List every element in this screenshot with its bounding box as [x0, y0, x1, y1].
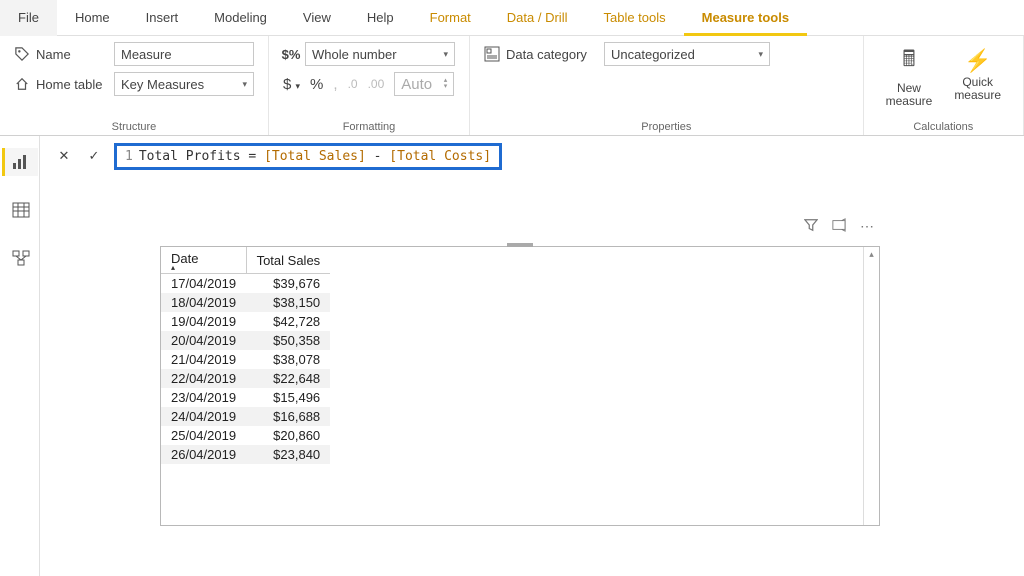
ribbon-group-structure: Name Measure Home table Key Measures▾ St… [0, 36, 269, 135]
cell-date: 25/04/2019 [161, 426, 246, 445]
tab-home[interactable]: Home [57, 0, 128, 36]
ribbon-group-properties: Data category Uncategorized▾ Properties [470, 36, 864, 135]
tab-view[interactable]: View [285, 0, 349, 36]
report-view-button[interactable] [2, 148, 38, 176]
data-table: Date▴ Total Sales 17/04/2019$39,67618/04… [161, 247, 330, 464]
cell-date: 21/04/2019 [161, 350, 246, 369]
data-view-button[interactable] [2, 196, 38, 224]
sort-asc-icon: ▴ [171, 266, 236, 271]
cell-total-sales: $42,728 [246, 312, 330, 331]
ribbon: Name Measure Home table Key Measures▾ St… [0, 36, 1024, 136]
tab-help[interactable]: Help [349, 0, 412, 36]
format-icon: $% [283, 46, 299, 62]
decimal-increase-button[interactable]: .00 [368, 77, 385, 91]
data-category-dropdown[interactable]: Uncategorized▾ [604, 42, 770, 66]
chevron-down-icon: ▾ [758, 49, 763, 60]
cell-date: 23/04/2019 [161, 388, 246, 407]
cell-total-sales: $20,860 [246, 426, 330, 445]
tab-modeling[interactable]: Modeling [196, 0, 285, 36]
table-row[interactable]: 21/04/2019$38,078 [161, 350, 330, 369]
tab-data-drill[interactable]: Data / Drill [489, 0, 586, 36]
cell-total-sales: $22,648 [246, 369, 330, 388]
table-row[interactable]: 23/04/2019$15,496 [161, 388, 330, 407]
new-measure-button[interactable]: 🖩 New measure [878, 42, 941, 108]
table-visual[interactable]: ⋯ ▴ Date▴ Total Sales 17/04/2019$39,6761… [160, 246, 880, 526]
comma-button[interactable]: , [333, 76, 337, 93]
group-label-formatting: Formatting [283, 121, 455, 133]
quick-measure-button[interactable]: ⚡ Quick measure [946, 42, 1009, 108]
table-row[interactable]: 24/04/2019$16,688 [161, 407, 330, 426]
cell-date: 17/04/2019 [161, 273, 246, 293]
report-canvas[interactable]: ✕ ✓ 1 Total Profits = [Total Sales] - [T… [40, 136, 1024, 576]
group-label-structure: Structure [14, 121, 254, 133]
table-row[interactable]: 22/04/2019$22,648 [161, 369, 330, 388]
tab-table-tools[interactable]: Table tools [585, 0, 683, 36]
commit-formula-button[interactable]: ✓ [84, 146, 104, 166]
name-label: Name [36, 47, 108, 62]
tab-format[interactable]: Format [412, 0, 489, 36]
formula-text: Total Profits = [Total Sales] - [Total C… [139, 149, 491, 164]
cell-total-sales: $38,150 [246, 293, 330, 312]
decimal-decrease-button[interactable]: .0 [348, 77, 358, 91]
cell-total-sales: $15,496 [246, 388, 330, 407]
cell-date: 22/04/2019 [161, 369, 246, 388]
tab-insert[interactable]: Insert [128, 0, 197, 36]
cell-date: 24/04/2019 [161, 407, 246, 426]
home-icon [14, 76, 30, 92]
line-number: 1 [125, 149, 133, 164]
group-label-calculations: Calculations [878, 121, 1009, 133]
resize-handle-top[interactable] [507, 243, 533, 247]
table-row[interactable]: 18/04/2019$38,150 [161, 293, 330, 312]
cell-date: 20/04/2019 [161, 331, 246, 350]
home-table-dropdown[interactable]: Key Measures▾ [114, 72, 254, 96]
column-header-date[interactable]: Date▴ [161, 247, 246, 273]
table-row[interactable]: 20/04/2019$50,358 [161, 331, 330, 350]
cell-total-sales: $16,688 [246, 407, 330, 426]
cell-total-sales: $39,676 [246, 273, 330, 293]
cell-date: 18/04/2019 [161, 293, 246, 312]
category-icon [484, 46, 500, 62]
tab-strip: File Home Insert Modeling View Help Form… [0, 0, 1024, 36]
cell-total-sales: $50,358 [246, 331, 330, 350]
group-label-properties: Properties [484, 121, 849, 133]
tab-file[interactable]: File [0, 0, 57, 36]
column-header-total-sales[interactable]: Total Sales [246, 247, 330, 273]
formula-input[interactable]: 1 Total Profits = [Total Sales] - [Total… [114, 143, 502, 170]
data-category-label: Data category [506, 47, 598, 62]
cell-date: 26/04/2019 [161, 445, 246, 464]
chevron-down-icon: ▾ [242, 79, 247, 90]
format-dropdown[interactable]: Whole number▾ [305, 42, 455, 66]
more-options-icon[interactable]: ⋯ [860, 218, 874, 235]
calculator-icon: 🖩 [902, 42, 915, 80]
cell-total-sales: $38,078 [246, 350, 330, 369]
cell-date: 19/04/2019 [161, 312, 246, 331]
lightning-icon: ⚡ [964, 48, 991, 74]
decimal-places-stepper[interactable]: Auto▴▾ [394, 72, 454, 96]
cell-total-sales: $23,840 [246, 445, 330, 464]
scroll-up-icon[interactable]: ▴ [864, 249, 879, 260]
chevron-down-icon: ▾ [443, 49, 448, 60]
formula-bar: ✕ ✓ 1 Total Profits = [Total Sales] - [T… [54, 136, 1010, 176]
tag-icon [14, 46, 30, 62]
view-switcher [0, 136, 40, 576]
percent-button[interactable]: % [310, 76, 323, 93]
tab-measure-tools[interactable]: Measure tools [684, 0, 807, 36]
ribbon-group-formatting: $% Whole number▾ $ ▾ % , .0 .00 Auto▴▾ F… [269, 36, 470, 135]
ribbon-group-calculations: 🖩 New measure ⚡ Quick measure Calculatio… [864, 36, 1024, 135]
table-row[interactable]: 19/04/2019$42,728 [161, 312, 330, 331]
focus-mode-icon[interactable] [832, 218, 846, 235]
scrollbar[interactable]: ▴ [863, 247, 879, 525]
table-row[interactable]: 25/04/2019$20,860 [161, 426, 330, 445]
model-view-button[interactable] [2, 244, 38, 272]
table-row[interactable]: 26/04/2019$23,840 [161, 445, 330, 464]
name-input[interactable]: Measure [114, 42, 254, 66]
visual-header-toolbar: ⋯ [804, 218, 874, 235]
filter-icon[interactable] [804, 218, 818, 235]
currency-button[interactable]: $ ▾ [283, 76, 300, 93]
cancel-formula-button[interactable]: ✕ [54, 146, 74, 166]
table-row[interactable]: 17/04/2019$39,676 [161, 273, 330, 293]
home-table-label: Home table [36, 77, 108, 92]
workspace: ✕ ✓ 1 Total Profits = [Total Sales] - [T… [0, 136, 1024, 576]
